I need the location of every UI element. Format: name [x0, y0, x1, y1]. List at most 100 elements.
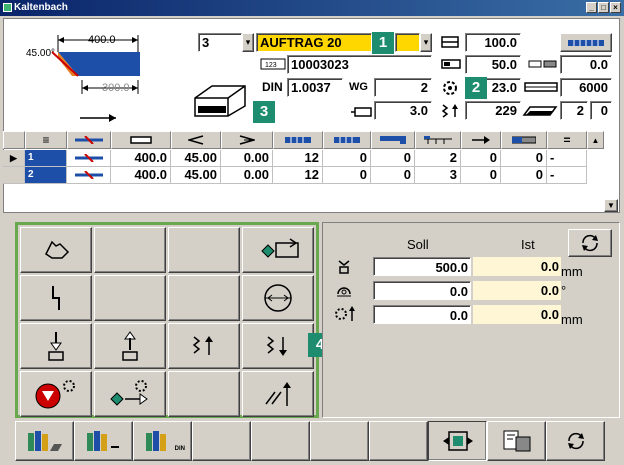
- order-name-field-end[interactable]: [395, 33, 420, 52]
- col-angle-header[interactable]: [171, 131, 221, 149]
- length-cell[interactable]: 400.0: [111, 167, 171, 184]
- holes-2-cell[interactable]: 0: [323, 150, 371, 167]
- speed-field[interactable]: 229: [465, 101, 521, 120]
- holes-3-cell[interactable]: 0: [371, 167, 415, 184]
- minimize-button[interactable]: _: [586, 2, 597, 13]
- program-selector[interactable]: 3: [198, 33, 242, 52]
- marking-cell[interactable]: 2: [415, 150, 461, 167]
- offset-cell[interactable]: 0.00: [221, 167, 273, 184]
- calculator-button[interactable]: [487, 421, 546, 461]
- saw-lower-button[interactable]: [242, 323, 314, 369]
- col-holes-1-header[interactable]: [273, 131, 323, 149]
- angle-cell[interactable]: 45.00: [171, 167, 221, 184]
- offset-cell[interactable]: 0.00: [221, 150, 273, 167]
- tooling-button[interactable]: [560, 33, 612, 52]
- parallel-up-button[interactable]: [242, 371, 314, 417]
- thickness-field[interactable]: 3.0: [374, 101, 432, 120]
- holes-3-cell[interactable]: 0: [371, 150, 415, 167]
- holes-1-cell[interactable]: 12: [273, 167, 323, 184]
- length-field[interactable]: 6000: [560, 78, 612, 97]
- refresh-button[interactable]: [568, 229, 612, 257]
- offset-col-icon: [239, 135, 255, 145]
- manual-mode-button[interactable]: [20, 227, 92, 273]
- length-cell[interactable]: 400.0: [111, 150, 171, 167]
- table-row[interactable]: ▶ 1 400.0 45.00 0.00 12 0 0 2 0 0 -: [3, 150, 604, 167]
- empty-button-1[interactable]: [94, 227, 166, 273]
- col-marking-header[interactable]: [415, 131, 461, 149]
- reload-button[interactable]: [546, 421, 605, 461]
- rest-cell[interactable]: 0: [501, 150, 547, 167]
- empty-button-2[interactable]: [168, 227, 240, 273]
- rest-cell[interactable]: 0: [501, 167, 547, 184]
- maximize-button[interactable]: □: [598, 2, 609, 13]
- col-length-header[interactable]: [111, 131, 171, 149]
- scroll-down-button[interactable]: ▼: [604, 199, 618, 212]
- saw-up-icon: [192, 336, 213, 355]
- count-b-field[interactable]: 0: [590, 101, 612, 120]
- din-field[interactable]: 1.0037: [287, 78, 343, 97]
- col-cut-type-header[interactable]: [67, 131, 111, 149]
- saw-up-button[interactable]: [168, 323, 240, 369]
- clamp-open-button[interactable]: [94, 323, 166, 369]
- table-row[interactable]: 2 400.0 45.00 0.00 12 0 0 3 0 0 -: [3, 167, 604, 184]
- holes-1-cell[interactable]: 12: [273, 150, 323, 167]
- title-bar: Kaltenbach _ □ ×: [0, 0, 624, 16]
- empty-toolbar-button-3[interactable]: [310, 421, 369, 461]
- wg-field[interactable]: 2: [374, 78, 432, 97]
- soll-value[interactable]: 500.0: [373, 257, 471, 276]
- equal-cell[interactable]: -: [547, 167, 587, 184]
- feed-cell[interactable]: 0: [461, 150, 501, 167]
- row-number[interactable]: 2: [25, 167, 67, 184]
- col-menu-header[interactable]: ≡: [25, 131, 67, 149]
- program-dropdown-button[interactable]: ▾: [242, 33, 254, 52]
- measure-button[interactable]: [242, 275, 314, 321]
- col-offset-header[interactable]: [221, 131, 273, 149]
- open-library-button[interactable]: [15, 421, 74, 461]
- rest-bar-icon: [512, 136, 536, 144]
- load-bar-button[interactable]: [242, 227, 314, 273]
- bottom-toolbar: DIN: [15, 421, 619, 463]
- close-button[interactable]: ×: [610, 2, 621, 13]
- cut-type-cell[interactable]: [67, 150, 111, 167]
- order-name-field[interactable]: AUFTRAG 20: [256, 33, 372, 52]
- scroll-up-button[interactable]: ▲: [587, 131, 604, 149]
- clamp-close-button[interactable]: [20, 323, 92, 369]
- empty-button-4[interactable]: [168, 275, 240, 321]
- order-dropdown-button[interactable]: ▾: [420, 33, 432, 52]
- transfer-button[interactable]: [428, 421, 487, 461]
- soll-value[interactable]: 0.0: [373, 305, 471, 324]
- measure-circle-icon: [264, 284, 292, 312]
- cut-type-cell[interactable]: [67, 167, 111, 184]
- empty-button-3[interactable]: [94, 275, 166, 321]
- col-rest-header[interactable]: [501, 131, 547, 149]
- holes-2-cell[interactable]: 0: [323, 167, 371, 184]
- count-a-field[interactable]: 2: [560, 101, 588, 120]
- height-field[interactable]: 100.0: [465, 33, 521, 52]
- angle-cell[interactable]: 45.00: [171, 150, 221, 167]
- feed-start-button[interactable]: [94, 371, 166, 417]
- width-field[interactable]: 50.0: [465, 55, 521, 74]
- right-top-field[interactable]: 0.0: [560, 55, 612, 74]
- col-holes-3-header[interactable]: [371, 131, 415, 149]
- din-library-button[interactable]: DIN: [133, 421, 192, 461]
- feed-cell[interactable]: 0: [461, 167, 501, 184]
- empty-toolbar-button-1[interactable]: [192, 421, 251, 461]
- marking-cell[interactable]: 3: [415, 167, 461, 184]
- equal-cell[interactable]: -: [547, 150, 587, 167]
- article-number-field[interactable]: 10003023: [287, 55, 432, 74]
- row-number[interactable]: 1: [25, 150, 67, 167]
- col-equal-header[interactable]: =: [547, 131, 587, 149]
- col-holes-2-header[interactable]: [323, 131, 371, 149]
- tooling-icon: [568, 39, 604, 46]
- close-library-button[interactable]: [74, 421, 133, 461]
- empty-button-5[interactable]: [168, 371, 240, 417]
- saw-stop-button[interactable]: [20, 371, 92, 417]
- empty-toolbar-button-2[interactable]: [251, 421, 310, 461]
- empty-toolbar-button-4[interactable]: [369, 421, 428, 461]
- saw-down-button[interactable]: [20, 275, 92, 321]
- col-feed-header[interactable]: [461, 131, 501, 149]
- books-open-icon: [27, 431, 62, 451]
- height-icon: [441, 36, 459, 48]
- soll-value[interactable]: 0.0: [373, 281, 471, 300]
- width-icon: [441, 59, 461, 69]
